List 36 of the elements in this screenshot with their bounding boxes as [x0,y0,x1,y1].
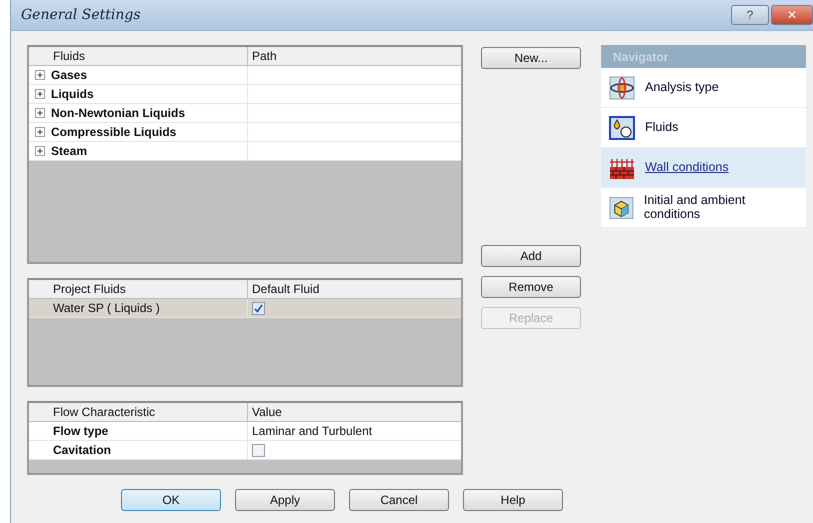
expand-icon[interactable] [35,146,45,156]
dialog-button[interactable]: Apply [235,489,335,511]
expand-icon[interactable] [35,108,45,118]
expand-icon[interactable] [35,89,45,99]
checkbox[interactable] [252,444,265,456]
table-row[interactable]: Water SP ( Liquids ) [29,299,461,318]
column-header: Default Fluid [247,280,461,298]
expand-icon[interactable] [35,127,45,137]
table-cell: Cavitation [53,443,112,457]
dialog-button[interactable]: OK [121,489,221,511]
droplet-icon [609,116,635,140]
expand-icon[interactable] [35,70,45,80]
checkbox[interactable] [252,302,265,314]
side-button[interactable]: Remove [481,276,581,298]
tree-item[interactable]: Steam [51,144,88,158]
column-header: Value [247,403,461,421]
table-cell: Water SP ( Liquids ) [53,301,160,315]
navigator-item[interactable]: Initial and ambient conditions [601,188,806,228]
side-button[interactable]: Add [481,245,581,267]
column-header: Path [247,47,461,65]
dialog-button[interactable]: Help [463,489,563,511]
side-button[interactable]: New... [481,47,581,69]
column-header: Fluids [52,49,86,63]
table-cell: Flow type [53,424,108,438]
help-button[interactable]: ? [731,5,769,25]
navigator-item[interactable]: Analysis type [601,68,806,108]
tree-item[interactable]: Gases [51,68,88,82]
window-title: General Settings [21,7,141,23]
cube-icon [609,196,634,220]
column-header: Project Fluids [52,282,127,296]
navigator-item[interactable]: Wall conditions [601,148,806,188]
table-cell: Laminar and Turbulent [252,424,372,438]
column-header: Flow Characteristic [52,405,156,419]
tree-item[interactable]: Liquids [51,87,94,101]
orbit-icon [609,76,635,100]
dialog-button[interactable]: Cancel [349,489,449,511]
